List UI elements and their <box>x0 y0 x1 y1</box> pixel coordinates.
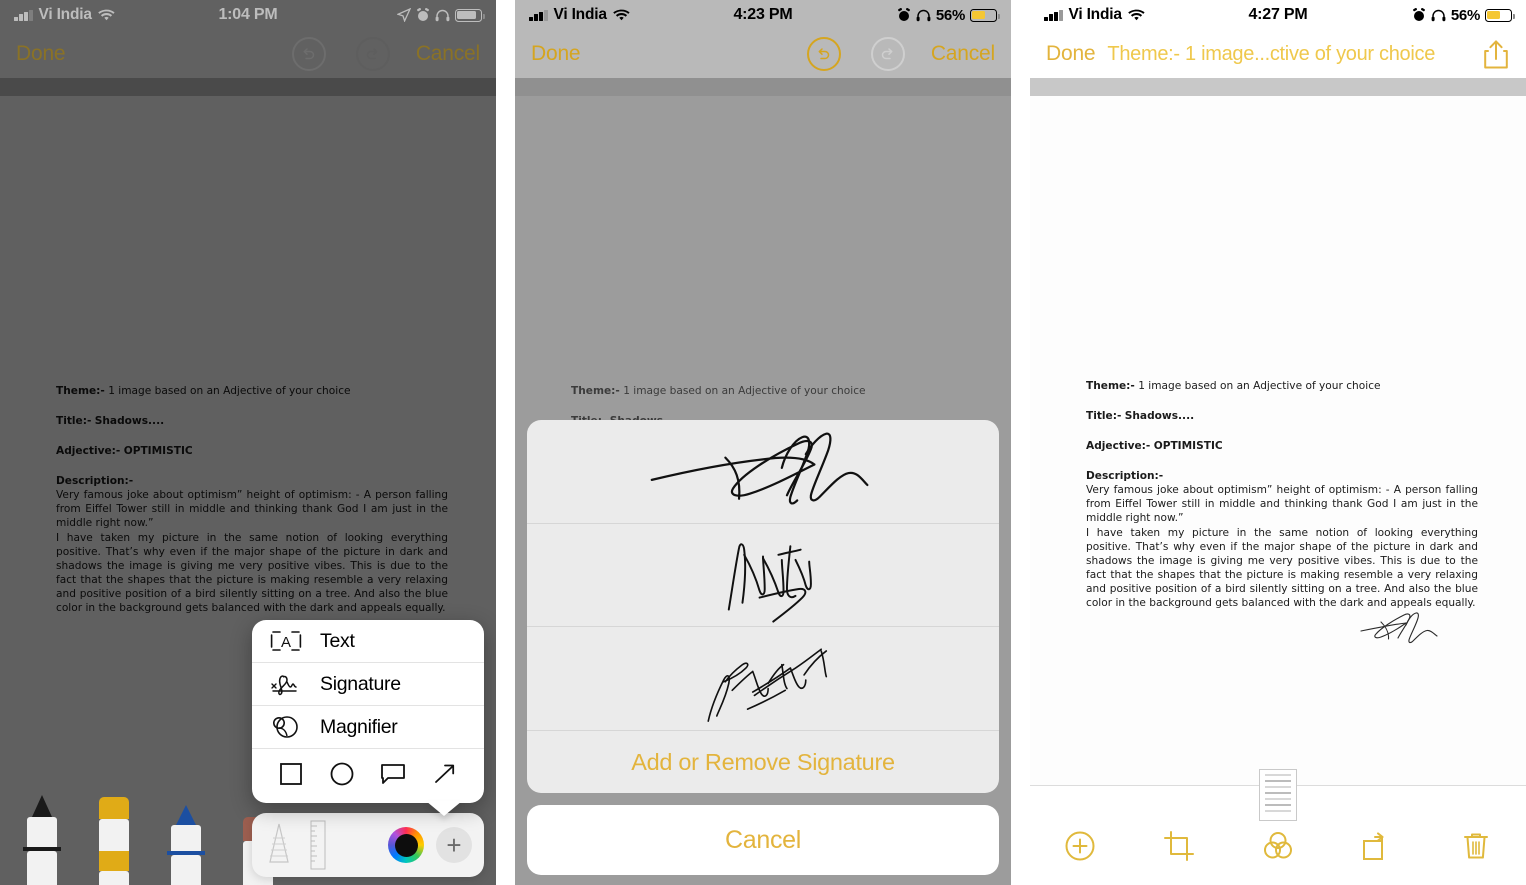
title-label: Title:- <box>56 415 92 428</box>
color-filters-icon[interactable] <box>1255 823 1301 869</box>
title-label: Title:- <box>1086 410 1122 423</box>
panel-document-signed: Theme:- 1 image based on an Adjective of… <box>1030 0 1526 885</box>
lasso-tool[interactable] <box>264 822 294 868</box>
battery-icon <box>455 8 485 22</box>
popover-item-label: Magnifier <box>320 715 398 738</box>
page-title: Theme:- 1 image...ctive of your choice <box>1107 42 1436 65</box>
done-button[interactable]: Done <box>16 42 66 66</box>
page-thumbnail[interactable] <box>1259 769 1297 821</box>
popover-tail <box>426 801 462 816</box>
title-value: Shadows.... <box>1124 410 1195 423</box>
speech-bubble-icon[interactable] <box>379 761 407 792</box>
done-button[interactable]: Done <box>531 42 581 66</box>
battery-icon <box>1485 8 1515 22</box>
markup-add-popover: A Text Signature Magnifier <box>252 620 484 816</box>
battery-percent-label: 56% <box>1450 6 1480 24</box>
signature-option-2[interactable] <box>527 524 999 628</box>
ruler-tool[interactable] <box>306 819 330 871</box>
adjective-label: Adjective:- <box>56 445 121 458</box>
popover-item-label: Signature <box>320 672 401 695</box>
description-label: Description:- <box>1086 470 1164 483</box>
done-button[interactable]: Done <box>1046 42 1096 66</box>
add-page-icon[interactable] <box>1057 823 1103 869</box>
placed-signature[interactable] <box>1346 606 1466 650</box>
undo-icon[interactable] <box>291 37 326 71</box>
signature-action-sheet: Add or Remove Signature <box>527 420 999 793</box>
panel-signature-picker: Theme:- 1 image based on an Adjective of… <box>515 0 1011 885</box>
description-paragraph-2: I have taken my picture in the same noti… <box>1086 526 1478 609</box>
screenshot-root: Theme:- 1 image based on an Adjective of… <box>0 0 1526 885</box>
adjective-value: OPTIMISTIC <box>123 445 193 458</box>
panel-gap-1 <box>496 0 515 885</box>
rotate-icon[interactable] <box>1354 823 1400 869</box>
headphones-icon <box>435 9 450 21</box>
nav-bar-1: Done Cancel <box>0 30 496 78</box>
canvas-top-band <box>0 78 496 96</box>
panel-markup-tools: Theme:- 1 image based on an Adjective of… <box>0 0 496 885</box>
markup-tool-pill: + <box>252 813 484 877</box>
magnifier-icon <box>270 714 302 740</box>
document-page-3: Theme:- 1 image based on an Adjective of… <box>1030 96 1526 885</box>
description-paragraph-2: I have taken my picture in the same noti… <box>56 531 448 614</box>
nav-bar-2: Done Cancel <box>515 30 1011 78</box>
alarm-icon <box>1412 8 1425 21</box>
arrow-icon[interactable] <box>432 761 458 792</box>
signature-option-1[interactable] <box>527 420 999 524</box>
document-body-text: Theme:- 1 image based on an Adjective of… <box>1086 379 1478 610</box>
popover-item-signature[interactable]: Signature <box>252 663 484 706</box>
alarm-icon <box>897 8 910 21</box>
status-bar-1: Vi India 1:04 PM <box>0 0 496 30</box>
popover-item-magnifier[interactable]: Magnifier <box>252 706 484 749</box>
cancel-button[interactable]: Cancel <box>931 42 995 66</box>
headphones-icon <box>1431 9 1446 21</box>
add-tool-button[interactable]: + <box>436 827 472 863</box>
nav-bar-3: Done Theme:- 1 image...ctive of your cho… <box>1030 30 1526 78</box>
redo-icon <box>355 37 390 71</box>
battery-icon <box>970 8 1000 22</box>
undo-icon[interactable] <box>806 37 841 71</box>
location-arrow-icon <box>397 8 411 22</box>
theme-value: 1 image based on an Adjective of your ch… <box>1138 380 1381 392</box>
theme-label: Theme:- <box>1086 380 1135 392</box>
adjective-value: OPTIMISTIC <box>1153 440 1223 453</box>
alarm-icon <box>417 8 429 21</box>
color-wheel-icon[interactable] <box>388 827 424 863</box>
signature-option-3[interactable] <box>527 627 999 732</box>
document-body-text: Theme:- 1 image based on an Adjective of… <box>56 384 448 615</box>
signature-icon <box>270 672 302 696</box>
description-paragraph-1: Very famous joke about optimism” height … <box>56 489 448 530</box>
text-box-icon: A <box>270 629 302 653</box>
pencil-tool[interactable] <box>164 795 208 885</box>
battery-percent-label: 56% <box>935 6 965 24</box>
cancel-button[interactable]: Cancel <box>416 42 480 66</box>
sheet-cancel-button[interactable]: Cancel <box>527 805 999 875</box>
document-canvas-3: Theme:- 1 image based on an Adjective of… <box>1030 78 1526 885</box>
crop-icon[interactable] <box>1156 823 1202 869</box>
redo-icon <box>870 37 905 71</box>
panel-gap-2 <box>1011 0 1030 885</box>
canvas-top-band <box>1030 78 1526 96</box>
share-icon[interactable] <box>1482 38 1510 70</box>
trash-icon[interactable] <box>1453 823 1499 869</box>
description-label: Description:- <box>56 475 134 488</box>
circle-icon[interactable] <box>329 761 355 792</box>
adjective-label: Adjective:- <box>1086 440 1151 453</box>
popover-item-label: Text <box>320 629 355 652</box>
headphones-icon <box>916 9 931 21</box>
square-icon[interactable] <box>278 761 304 792</box>
svg-text:A: A <box>281 634 291 651</box>
status-bar-3: Vi India 4:27 PM 56% <box>1030 0 1526 30</box>
highlighter-tool[interactable] <box>92 775 136 885</box>
popover-shapes-row <box>252 749 484 803</box>
theme-label: Theme:- <box>56 385 105 397</box>
theme-value: 1 image based on an Adjective of your ch… <box>108 385 351 397</box>
add-or-remove-signature-button[interactable]: Add or Remove Signature <box>527 731 999 793</box>
title-value: Shadows.... <box>94 415 165 428</box>
document-bottom-toolbar <box>1030 769 1526 885</box>
pen-tool[interactable] <box>20 795 64 885</box>
description-paragraph-1: Very famous joke about optimism” height … <box>1086 484 1478 525</box>
status-bar-2: Vi India 4:23 PM 56% <box>515 0 1011 30</box>
popover-item-text[interactable]: A Text <box>252 620 484 663</box>
